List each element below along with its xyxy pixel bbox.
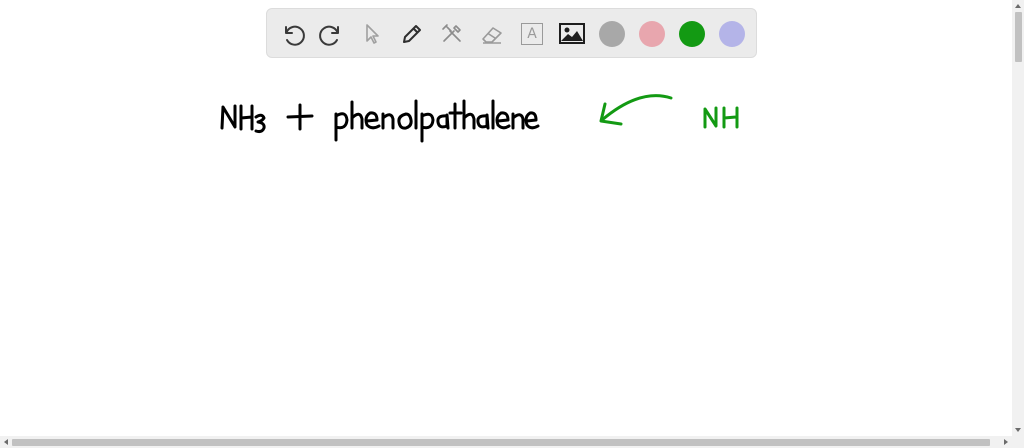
pen-icon [403, 25, 421, 43]
color-swatch-lavender[interactable] [719, 21, 745, 47]
scroll-left-button[interactable] [0, 436, 12, 448]
drawing-toolbar: A [266, 8, 757, 58]
redo-icon [319, 25, 339, 46]
tools-button[interactable] [436, 18, 468, 50]
select-tool-button[interactable] [356, 18, 388, 50]
arrow-stroke [600, 94, 673, 122]
eraser-tool-button[interactable] [476, 18, 508, 50]
vertical-scroll-thumb[interactable] [1015, 12, 1022, 62]
color-swatch-gray[interactable] [599, 21, 625, 47]
color-swatch-green[interactable] [679, 21, 705, 47]
scroll-right-button[interactable] [1000, 436, 1012, 448]
tools-icon [442, 24, 461, 42]
undo-button[interactable] [276, 18, 308, 50]
pointer-icon [366, 24, 379, 44]
green-handwriting [599, 94, 739, 129]
scroll-right-arrow-icon [1004, 439, 1008, 445]
scroll-down-button[interactable] [1012, 424, 1024, 436]
scroll-left-arrow-icon [4, 439, 8, 445]
scroll-up-button[interactable] [1012, 0, 1024, 12]
eraser-icon [482, 27, 502, 44]
redo-button[interactable] [316, 18, 348, 50]
horizontal-scroll-thumb[interactable] [12, 439, 990, 446]
horizontal-scrollbar[interactable] [0, 436, 1024, 448]
color-swatch-pink[interactable] [639, 21, 665, 47]
vertical-scrollbar[interactable] [1012, 0, 1024, 436]
text-tool-button[interactable]: A [516, 18, 548, 50]
image-icon [559, 23, 585, 44]
ink-layer [220, 94, 739, 143]
text-tool-label: A [527, 26, 537, 42]
scroll-down-arrow-icon [1015, 428, 1021, 432]
pen-tool-button[interactable] [396, 18, 428, 50]
black-handwriting [220, 99, 540, 143]
image-tool-button[interactable] [556, 18, 588, 50]
undo-icon [285, 25, 305, 46]
text-icon: A [521, 23, 543, 45]
whiteboard-canvas[interactable]: NH3 + phenolpathalene NH [0, 0, 1012, 436]
scroll-up-arrow-icon [1015, 4, 1021, 8]
